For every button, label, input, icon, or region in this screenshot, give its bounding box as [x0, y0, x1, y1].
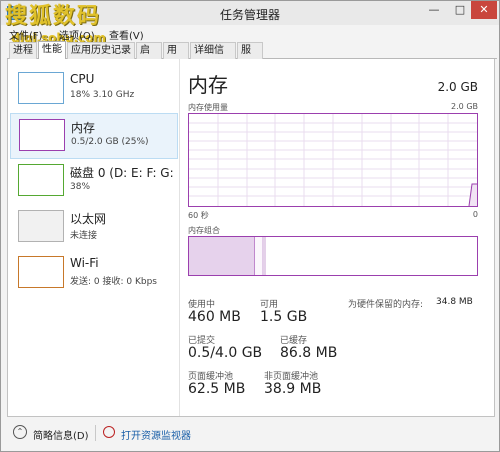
- footer-divider: [95, 425, 96, 441]
- sidebar-item-wifi[interactable]: Wi-Fi 发送: 0 接收: 0 Kbps: [10, 251, 178, 297]
- composition-svg: [189, 237, 266, 275]
- tab-services[interactable]: 服务: [237, 42, 263, 71]
- wifi-graph-icon: [18, 256, 64, 288]
- sidebar-item-disk[interactable]: 磁盘 0 (D: E: F: G: 38%: [10, 159, 178, 205]
- composition-in-use: [189, 237, 255, 275]
- sidebar-item-title: 以太网: [70, 212, 107, 226]
- minimize-button[interactable]: —: [421, 1, 447, 19]
- tab-startup[interactable]: 启动: [136, 42, 162, 71]
- sidebar-item-title: CPU: [70, 72, 95, 86]
- sidebar-item-subtitle: 未连接: [70, 231, 98, 241]
- sidebar-item-memory[interactable]: 内存 0.5/2.0 GB (25%): [10, 113, 178, 159]
- sidebar-item-subtitle: 发送: 0 接收: 0 Kbps: [70, 277, 157, 287]
- tab-processes[interactable]: 进程: [9, 42, 37, 59]
- reserved-value: 34.8 MB: [436, 297, 473, 307]
- menu-file[interactable]: 文件(F): [9, 27, 43, 42]
- tab-details[interactable]: 详细信息: [190, 42, 236, 71]
- sidebar-item-title: 内存: [71, 121, 96, 135]
- disk-graph-icon: [18, 164, 64, 196]
- ethernet-graph-icon: [18, 210, 64, 242]
- sidebar-item-ethernet[interactable]: 以太网 未连接: [10, 205, 178, 251]
- title-bar[interactable]: 任务管理器 — □ ✕ 搜狐数码: [1, 1, 499, 29]
- memory-composition-bar: [188, 236, 478, 276]
- axis-right-label: 0: [472, 210, 478, 219]
- performance-panel: CPU 18% 3.10 GHz 内存 0.5/2.0 GB (25%) 磁盘 …: [7, 59, 495, 417]
- maximize-button[interactable]: □: [447, 1, 473, 19]
- tab-app-history[interactable]: 应用历史记录: [67, 42, 135, 59]
- reserved-label: 为硬件保留的内存:: [348, 300, 424, 310]
- sidebar-item-subtitle: 38%: [70, 182, 91, 192]
- usage-graph-max: 2.0 GB: [451, 102, 478, 111]
- resource-sidebar: CPU 18% 3.10 GHz 内存 0.5/2.0 GB (25%) 磁盘 …: [8, 59, 180, 416]
- tab-strip: 进程 性能 应用历史记录 启动 用户 详细信息 服务: [7, 41, 497, 71]
- sidebar-item-title: 磁盘 0 (D: E: F: G:: [70, 166, 174, 180]
- paged-pool-value: 62.5 MB: [188, 381, 246, 397]
- axis-left-label: 60 秒: [188, 211, 209, 220]
- sidebar-item-cpu[interactable]: CPU 18% 3.10 GHz: [10, 67, 178, 113]
- menu-options[interactable]: 选项(O): [59, 27, 95, 42]
- task-manager-window: 任务管理器 — □ ✕ 搜狐数码 digi.sohu.com 文件(F) 选项(…: [0, 0, 500, 452]
- available-value: 1.5 GB: [260, 309, 308, 325]
- fewer-details-button[interactable]: 简略信息(D): [33, 427, 89, 442]
- page-title: 内存: [188, 73, 228, 97]
- tab-users[interactable]: 用户: [163, 42, 189, 71]
- memory-detail: 内存 2.0 GB 内存使用量 2.0 GB 60 秒 0 内存组合 使用中 4…: [188, 59, 488, 416]
- resource-monitor-icon: [103, 426, 115, 438]
- composition-label: 内存组合: [188, 226, 220, 235]
- open-resource-monitor-link[interactable]: 打开资源监视器: [121, 427, 191, 442]
- memory-graph-icon: [19, 119, 65, 151]
- cached-value: 86.8 MB: [280, 345, 338, 361]
- memory-total: 2.0 GB: [437, 80, 478, 94]
- close-button[interactable]: ✕: [471, 1, 497, 19]
- tab-performance[interactable]: 性能: [38, 41, 66, 60]
- footer-bar: ⌃ 简略信息(D) 打开资源监视器: [7, 421, 495, 445]
- sidebar-item-subtitle: 18% 3.10 GHz: [70, 90, 135, 100]
- usage-graph-svg: [189, 114, 477, 207]
- chevron-up-icon[interactable]: ⌃: [13, 425, 27, 439]
- sidebar-item-title: Wi-Fi: [70, 256, 99, 270]
- usage-graph-label: 内存使用量: [188, 103, 228, 112]
- sidebar-item-subtitle: 0.5/2.0 GB (25%): [71, 137, 149, 147]
- committed-value: 0.5/4.0 GB: [188, 345, 263, 361]
- memory-usage-graph: [188, 113, 478, 207]
- cpu-graph-icon: [18, 72, 64, 104]
- nonpaged-pool-value: 38.9 MB: [264, 381, 322, 397]
- menu-view[interactable]: 查看(V): [109, 27, 144, 42]
- composition-modified: [255, 237, 263, 275]
- in-use-value: 460 MB: [188, 309, 241, 325]
- menu-bar: 文件(F) 选项(O) 查看(V): [1, 25, 499, 42]
